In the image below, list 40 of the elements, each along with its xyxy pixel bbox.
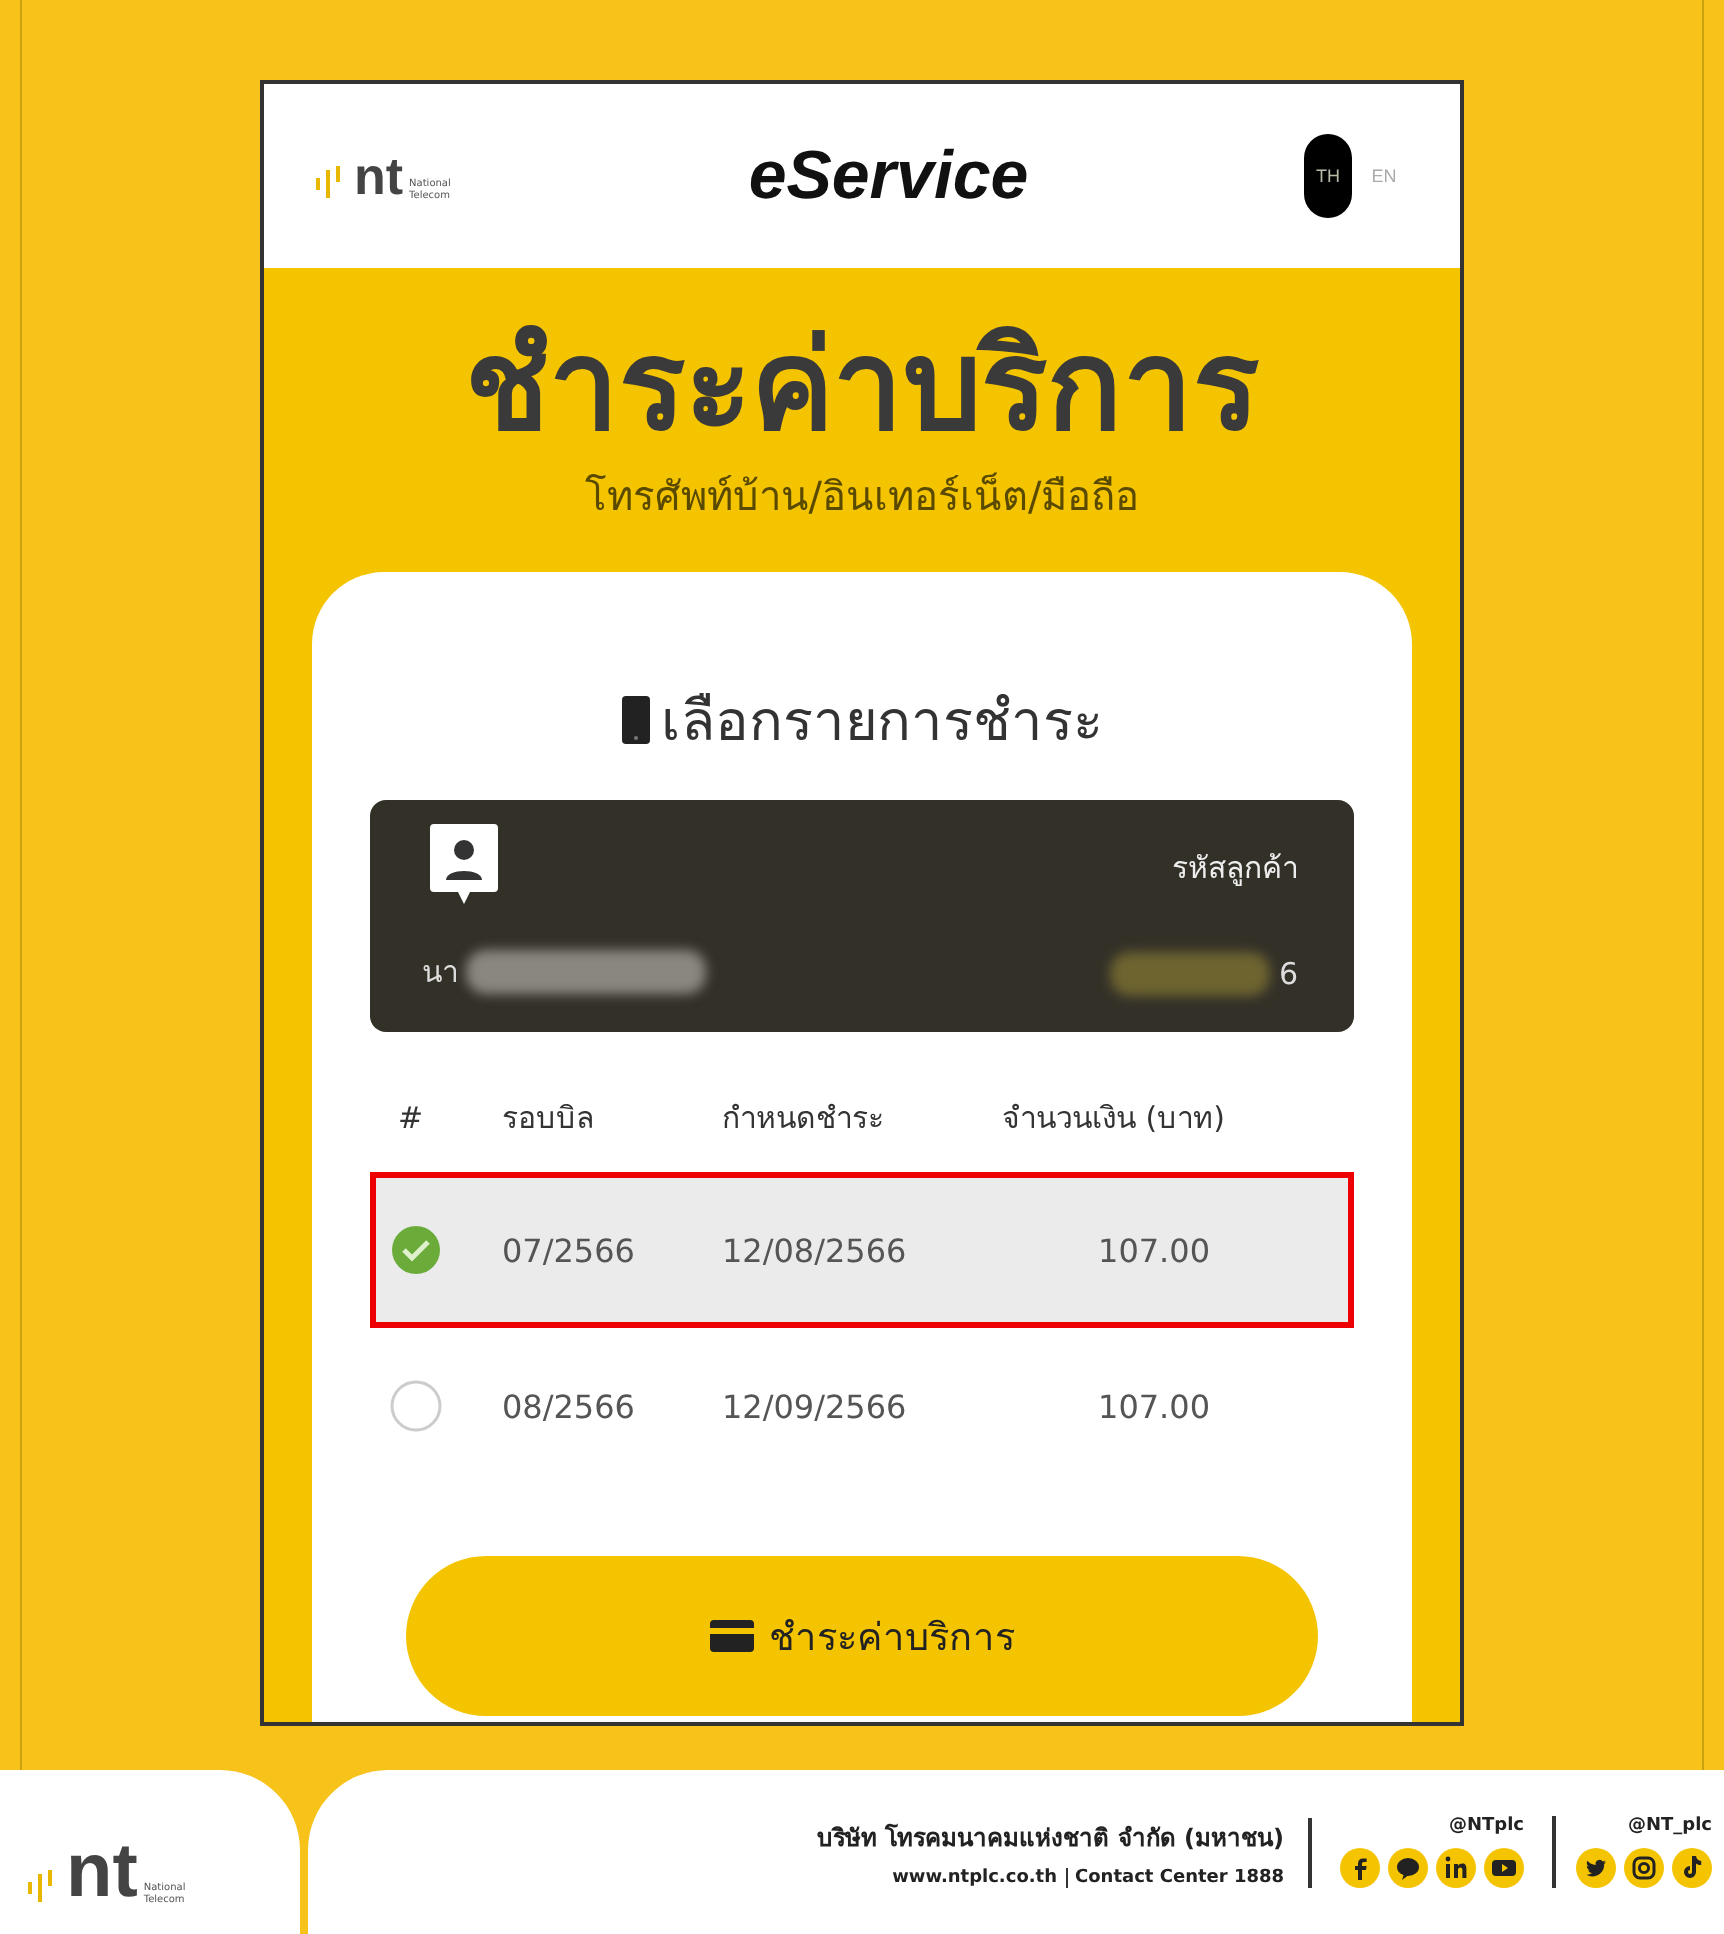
column-header: รอบบิล	[502, 1098, 596, 1141]
column-header: #	[396, 1100, 426, 1137]
social-handle: @NT_plc	[1627, 1816, 1712, 1836]
contact-text: Contact Center 1888	[1065, 1867, 1284, 1887]
play-circle-icon[interactable]	[1484, 1848, 1524, 1888]
table-cell-text: 08/2566	[502, 1387, 637, 1426]
bird-icon[interactable]	[1576, 1848, 1616, 1888]
bill-row[interactable]: 07/2566 12/08/2566 107.00	[370, 1172, 1354, 1329]
chat-bubble-icon[interactable]	[1388, 1848, 1428, 1888]
in-circle-icon[interactable]	[1436, 1848, 1476, 1888]
column-header: กำหนดชำระ	[722, 1098, 886, 1141]
camera-icon[interactable]	[1624, 1848, 1664, 1888]
panel-heading: เลือกรายการชำระ	[661, 686, 1103, 759]
language-toggle[interactable]: TH	[1303, 134, 1352, 218]
column-header: จำนวนเงิน (บาท)	[1002, 1098, 1227, 1141]
table-cell-text: 12/08/2566	[722, 1231, 909, 1270]
checked-radio-icon[interactable]	[390, 1224, 442, 1277]
table-cell-text: 07/2566	[502, 1231, 637, 1270]
note-icon[interactable]	[1672, 1848, 1712, 1888]
bill-row[interactable]: 08/2566 12/09/2566 107.00	[370, 1328, 1354, 1485]
f-circle-icon[interactable]	[1340, 1848, 1380, 1888]
company-name: บริษัท โทรคมนาคมแห่งชาติ จำกัด (มหาชน)	[816, 1821, 1284, 1855]
customer-code-label: รหัสลูกค้า	[1172, 848, 1298, 891]
page-title: ชำระค่าบริการ	[465, 312, 1259, 461]
phone-icon	[621, 696, 649, 745]
page-subtitle: โทรศัพท์บ้าน/อินเทอร์เน็ต/มือถือ	[584, 470, 1140, 525]
radio-button-icon[interactable]	[390, 1380, 442, 1433]
customer-code: 6	[1278, 956, 1298, 993]
card-icon	[709, 1620, 753, 1653]
customer-name: นา	[422, 952, 458, 995]
table-cell-text: 12/09/2566	[722, 1387, 909, 1426]
table-cell-text: 107.00	[1096, 1231, 1212, 1270]
logo-text: nt	[354, 150, 404, 202]
website-link[interactable]: www.ntplc.co.th	[892, 1867, 1058, 1887]
logo-text: nt	[66, 1837, 138, 1906]
person-icon	[430, 824, 498, 909]
pay-button[interactable]: ชำระค่าบริการ	[406, 1556, 1318, 1717]
social-handle: @NTplc	[1448, 1816, 1524, 1836]
table-cell-text: 107.00	[1096, 1387, 1212, 1426]
app-title: eService	[748, 137, 1029, 215]
